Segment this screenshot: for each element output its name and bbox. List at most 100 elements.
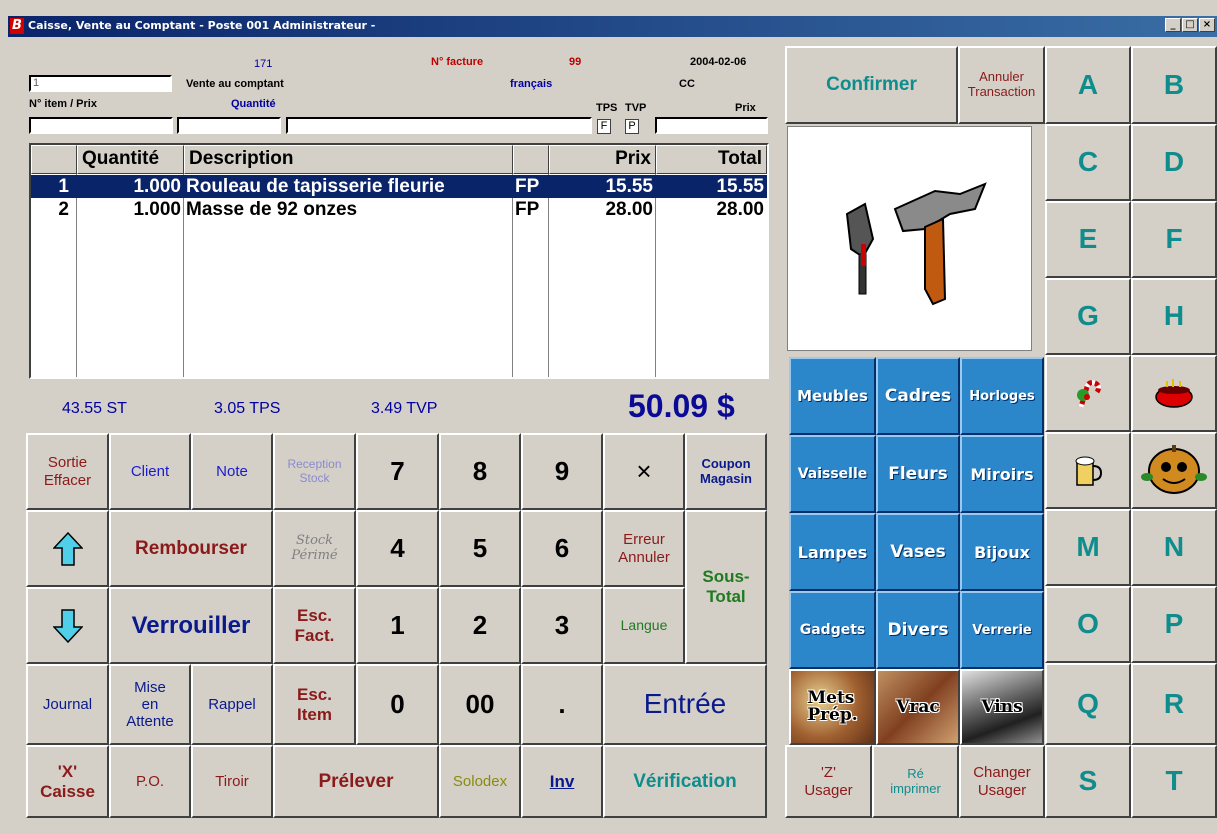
category-verrerie[interactable]: Verrerie bbox=[960, 591, 1044, 669]
category-gadgets[interactable]: Gadgets bbox=[789, 591, 876, 669]
key-3[interactable]: 3 bbox=[521, 587, 603, 664]
item-input[interactable] bbox=[29, 117, 173, 134]
x-caisse-button[interactable]: 'X' Caisse bbox=[26, 745, 109, 818]
minimize-button[interactable]: _ bbox=[1165, 18, 1181, 32]
category-bijoux[interactable]: Bijoux bbox=[960, 513, 1044, 591]
confirmer-button[interactable]: Confirmer bbox=[785, 46, 958, 124]
row-description: Masse de 92 onzes bbox=[186, 199, 358, 220]
verification-button[interactable]: Vérification bbox=[603, 745, 767, 818]
journal-button[interactable]: Journal bbox=[26, 664, 109, 745]
esc-item-button[interactable]: Esc. Item bbox=[273, 664, 356, 745]
annuler-transaction-button[interactable]: Annuler Transaction bbox=[958, 46, 1045, 124]
letter-s-button[interactable]: S bbox=[1045, 745, 1131, 818]
letter-t-button[interactable]: T bbox=[1131, 745, 1217, 818]
coupon-magasin-button[interactable]: Coupon Magasin bbox=[685, 433, 767, 510]
pumpkin-mascot-button[interactable] bbox=[1131, 432, 1217, 509]
key-5[interactable]: 5 bbox=[439, 510, 521, 587]
letter-m-button[interactable]: M bbox=[1045, 509, 1131, 586]
price-input[interactable] bbox=[655, 117, 768, 134]
key-8[interactable]: 8 bbox=[439, 433, 521, 510]
cc-label: CC bbox=[679, 78, 695, 90]
table-row[interactable]: 2 1.000 Masse de 92 onzes FP 28.00 28.00 bbox=[31, 198, 767, 221]
letter-a-button[interactable]: A bbox=[1045, 46, 1131, 124]
category-vins[interactable]: Vins bbox=[960, 669, 1044, 745]
esc-fact-button[interactable]: Esc. Fact. bbox=[273, 587, 356, 664]
column-header-num[interactable] bbox=[31, 145, 77, 174]
key-00[interactable]: 00 bbox=[439, 664, 521, 745]
column-header-total[interactable]: Total bbox=[656, 145, 767, 174]
letter-f-button[interactable]: F bbox=[1131, 201, 1217, 278]
tps-flag[interactable]: F bbox=[597, 119, 611, 134]
key-0[interactable]: 0 bbox=[356, 664, 439, 745]
sortie-effacer-button[interactable]: Sortie Effacer bbox=[26, 433, 109, 510]
category-mets-prep[interactable]: Mets Prép. bbox=[789, 669, 876, 745]
category-fleurs[interactable]: Fleurs bbox=[876, 435, 960, 513]
entree-button[interactable]: Entrée bbox=[603, 664, 767, 745]
reception-stock-button[interactable]: Reception Stock bbox=[273, 433, 356, 510]
category-vrac[interactable]: Vrac bbox=[876, 669, 960, 745]
customer-field[interactable]: 1 bbox=[29, 75, 172, 92]
mise-en-attente-button[interactable]: Mise en Attente bbox=[109, 664, 191, 745]
category-horloges[interactable]: Horloges bbox=[960, 357, 1044, 435]
inv-button[interactable]: Inv bbox=[521, 745, 603, 818]
scroll-down-button[interactable] bbox=[26, 587, 109, 664]
letter-d-button[interactable]: D bbox=[1131, 124, 1217, 201]
category-lampes[interactable]: Lampes bbox=[789, 513, 876, 591]
items-table[interactable]: Quantité Description Prix Total 1 1.000 … bbox=[29, 143, 769, 379]
z-usager-button[interactable]: 'Z' Usager bbox=[785, 745, 872, 818]
category-divers[interactable]: Divers bbox=[876, 591, 960, 669]
letter-c-button[interactable]: C bbox=[1045, 124, 1131, 201]
key-6[interactable]: 6 bbox=[521, 510, 603, 587]
stock-perime-button[interactable]: Stock Périmé bbox=[273, 510, 356, 587]
column-header-tax[interactable] bbox=[513, 145, 549, 174]
letter-e-button[interactable]: E bbox=[1045, 201, 1131, 278]
letter-r-button[interactable]: R bbox=[1131, 663, 1217, 745]
multiply-button[interactable]: × bbox=[603, 433, 685, 510]
tvp-flag[interactable]: P bbox=[625, 119, 639, 134]
category-vases[interactable]: Vases bbox=[876, 513, 960, 591]
key-9[interactable]: 9 bbox=[521, 433, 603, 510]
solodex-button[interactable]: Solodex bbox=[439, 745, 521, 818]
quantity-input[interactable] bbox=[177, 117, 281, 134]
category-miroirs[interactable]: Miroirs bbox=[960, 435, 1044, 513]
letter-o-button[interactable]: O bbox=[1045, 586, 1131, 663]
column-header-description[interactable]: Description bbox=[184, 145, 513, 174]
category-vaisselle[interactable]: Vaisselle bbox=[789, 435, 876, 513]
letter-g-button[interactable]: G bbox=[1045, 278, 1131, 355]
description-input[interactable] bbox=[286, 117, 592, 134]
beer-mug-button[interactable] bbox=[1045, 432, 1131, 509]
letter-h-button[interactable]: H bbox=[1131, 278, 1217, 355]
sous-total-button[interactable]: Sous- Total bbox=[685, 510, 767, 664]
erreur-annuler-button[interactable]: Erreur Annuler bbox=[603, 510, 685, 587]
scroll-up-button[interactable] bbox=[26, 510, 109, 587]
key-1[interactable]: 1 bbox=[356, 587, 439, 664]
key-7[interactable]: 7 bbox=[356, 433, 439, 510]
key-2[interactable]: 2 bbox=[439, 587, 521, 664]
key-4[interactable]: 4 bbox=[356, 510, 439, 587]
letter-q-button[interactable]: Q bbox=[1045, 663, 1131, 745]
decimal-point-key[interactable]: . bbox=[521, 664, 603, 745]
note-button[interactable]: Note bbox=[191, 433, 273, 510]
tiroir-button[interactable]: Tiroir bbox=[191, 745, 273, 818]
column-header-quantity[interactable]: Quantité bbox=[77, 145, 184, 174]
cauldron-button[interactable] bbox=[1131, 355, 1217, 432]
client-button[interactable]: Client bbox=[109, 433, 191, 510]
maximize-button[interactable]: □ bbox=[1182, 18, 1198, 32]
close-button[interactable]: × bbox=[1199, 18, 1215, 32]
candy-cane-button[interactable] bbox=[1045, 355, 1131, 432]
reimprimer-button[interactable]: Ré imprimer bbox=[872, 745, 959, 818]
verrouiller-button[interactable]: Verrouiller bbox=[109, 587, 273, 664]
letter-p-button[interactable]: P bbox=[1131, 586, 1217, 663]
prelever-button[interactable]: Prélever bbox=[273, 745, 439, 818]
changer-usager-button[interactable]: Changer Usager bbox=[959, 745, 1045, 818]
column-header-price[interactable]: Prix bbox=[549, 145, 656, 174]
po-button[interactable]: P.O. bbox=[109, 745, 191, 818]
rembourser-button[interactable]: Rembourser bbox=[109, 510, 273, 587]
letter-b-button[interactable]: B bbox=[1131, 46, 1217, 124]
table-row[interactable]: 1 1.000 Rouleau de tapisserie fleurie FP… bbox=[31, 175, 767, 198]
rappel-button[interactable]: Rappel bbox=[191, 664, 273, 745]
category-meubles[interactable]: Meubles bbox=[789, 357, 876, 435]
letter-n-button[interactable]: N bbox=[1131, 509, 1217, 586]
langue-button[interactable]: Langue bbox=[603, 587, 685, 664]
category-cadres[interactable]: Cadres bbox=[876, 357, 960, 435]
